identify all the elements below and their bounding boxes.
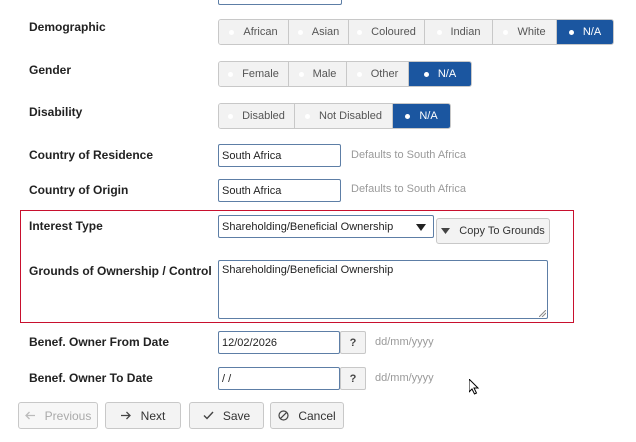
radio-dot-icon [228, 113, 234, 119]
previous-button[interactable]: Previous [18, 402, 98, 429]
residence-hint: Defaults to South Africa [351, 149, 466, 161]
origin-label: Country of Origin [29, 183, 129, 197]
demographic-option-white[interactable]: White [493, 20, 557, 44]
disability-option-not-disabled[interactable]: Not Disabled [295, 104, 393, 128]
disability-label: Disability [29, 105, 83, 119]
residence-label: Country of Residence [29, 148, 154, 162]
from-date-input[interactable]: 12/02/2026 [218, 331, 340, 354]
radio-dot-icon [405, 113, 411, 119]
gender-option-other[interactable]: Other [347, 62, 409, 86]
interest-type-select[interactable]: Shareholding/Beneficial Ownership [218, 215, 434, 238]
radio-dot-icon [503, 29, 509, 35]
from-date-label: Benef. Owner From Date [29, 335, 170, 349]
gender-label: Gender [29, 63, 72, 77]
grounds-textarea[interactable]: Shareholding/Beneficial Ownership [218, 260, 548, 319]
radio-dot-icon [297, 29, 303, 35]
copy-to-grounds-button[interactable]: Copy To Grounds [436, 218, 550, 244]
gender-option-na[interactable]: N/A [409, 62, 471, 86]
from-date-hint: dd/mm/yyyy [375, 336, 434, 348]
cancel-button[interactable]: Cancel [270, 402, 344, 429]
gender-option-male[interactable]: Male [289, 62, 347, 86]
to-date-help-button[interactable]: ? [340, 367, 366, 390]
demographic-option-na[interactable]: N/A [557, 20, 613, 44]
grounds-value: Shareholding/Beneficial Ownership [222, 264, 394, 276]
arrow-left-icon [24, 411, 35, 420]
resize-handle-icon[interactable] [539, 310, 546, 317]
previous-field-remnant[interactable] [218, 0, 342, 5]
grounds-label: Grounds of Ownership / Control [29, 264, 212, 278]
demographic-label: Demographic [29, 20, 106, 34]
origin-hint: Defaults to South Africa [351, 183, 466, 195]
demographic-option-indian[interactable]: Indian [425, 20, 493, 44]
disability-option-disabled[interactable]: Disabled [219, 104, 295, 128]
radio-dot-icon [298, 71, 304, 77]
radio-dot-icon [568, 29, 574, 35]
chevron-down-icon [416, 224, 426, 231]
demographic-option-asian[interactable]: Asian [289, 20, 349, 44]
disability-option-na[interactable]: N/A [393, 104, 450, 128]
check-icon [203, 411, 214, 420]
mouse-pointer-icon [469, 379, 480, 395]
next-button[interactable]: Next [105, 402, 181, 429]
radio-dot-icon [229, 29, 235, 35]
demographic-option-coloured[interactable]: Coloured [349, 20, 425, 44]
residence-input[interactable]: South Africa [218, 144, 341, 167]
triangle-down-icon [441, 228, 451, 234]
gender-option-female[interactable]: Female [219, 62, 289, 86]
origin-input[interactable]: South Africa [218, 179, 341, 202]
ban-icon [278, 410, 289, 421]
demographic-option-african[interactable]: African [219, 20, 289, 44]
radio-dot-icon [357, 29, 363, 35]
arrow-right-icon [120, 411, 131, 420]
to-date-hint: dd/mm/yyyy [375, 372, 434, 384]
to-date-label: Benef. Owner To Date [29, 371, 153, 385]
radio-dot-icon [436, 29, 442, 35]
gender-toggle: Female Male Other N/A [218, 61, 472, 87]
radio-dot-icon [423, 71, 429, 77]
to-date-input[interactable]: / / [218, 367, 340, 390]
from-date-help-button[interactable]: ? [340, 331, 366, 354]
save-button[interactable]: Save [189, 402, 264, 429]
interest-type-label: Interest Type [29, 219, 103, 233]
interest-type-value: Shareholding/Beneficial Ownership [222, 221, 394, 233]
radio-dot-icon [356, 71, 362, 77]
radio-dot-icon [228, 71, 234, 77]
disability-toggle: Disabled Not Disabled N/A [218, 103, 451, 129]
demographic-toggle: African Asian Coloured Indian White N/A [218, 19, 614, 45]
radio-dot-icon [305, 113, 310, 119]
